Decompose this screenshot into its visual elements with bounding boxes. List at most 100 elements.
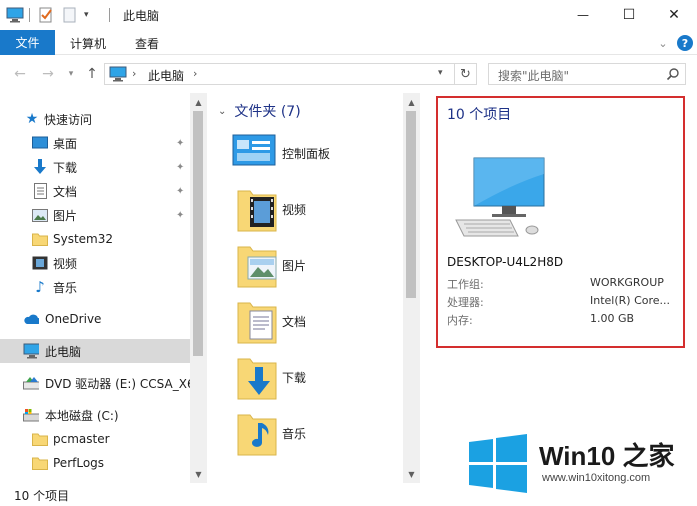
- nav-label: OneDrive: [45, 312, 102, 326]
- watermark: Win10 之家 www.win10xitong.com: [467, 432, 697, 498]
- computer-name: DESKTOP-U4L2H8D: [447, 255, 564, 269]
- pin-icon[interactable]: ✦: [176, 138, 184, 149]
- cloud-icon: [23, 311, 39, 327]
- close-button[interactable]: ✕: [651, 0, 697, 30]
- new-folder-icon[interactable]: [62, 5, 78, 25]
- pin-icon[interactable]: ✦: [176, 210, 184, 221]
- folder-icon: [32, 231, 48, 247]
- scroll-thumb[interactable]: [406, 111, 416, 298]
- windows-logo-icon: [467, 434, 529, 497]
- folder-item-videos[interactable]: 视频: [230, 181, 400, 237]
- nav-item-desktop[interactable]: 桌面 ✦: [0, 131, 190, 155]
- nav-item-onedrive[interactable]: OneDrive: [0, 307, 190, 331]
- nav-item-perflogs[interactable]: PerfLogs: [0, 451, 190, 475]
- folder-item-pictures[interactable]: 图片: [230, 237, 400, 293]
- prop-label-workgroup: 工作组:: [447, 278, 484, 291]
- desktop-icon: [32, 135, 48, 151]
- folder-label: 图片: [282, 259, 307, 273]
- maximize-button[interactable]: ☐: [606, 0, 652, 30]
- nav-label: 此电脑: [45, 344, 82, 359]
- nav-label: pcmaster: [53, 432, 110, 446]
- dvd-icon: [23, 375, 39, 391]
- chevron-down-icon[interactable]: ▾: [438, 68, 443, 78]
- chevron-right-icon[interactable]: ›: [132, 67, 136, 80]
- document-folder-icon: [236, 297, 278, 348]
- tab-computer[interactable]: 计算机: [70, 35, 106, 52]
- scroll-down-icon[interactable]: ▼: [403, 467, 420, 481]
- properties-icon[interactable]: [38, 5, 54, 25]
- nav-item-local-disk[interactable]: 本地磁盘 (C:): [0, 403, 190, 427]
- folder-item-documents[interactable]: 文档: [230, 293, 400, 349]
- prop-label-memory: 内存:: [447, 314, 473, 327]
- tab-file[interactable]: 文件: [0, 30, 55, 55]
- prop-value-memory: 1.00 GB: [590, 312, 635, 325]
- help-icon[interactable]: ?: [677, 35, 693, 51]
- nav-item-videos[interactable]: 视频: [0, 251, 190, 275]
- folder-label: 视频: [282, 203, 307, 217]
- navigation-pane: ★ 快速访问 桌面 ✦ 下载 ✦ 文档 ✦ 图片 ✦ System32 视频 ♪…: [0, 93, 205, 483]
- folder-item-control-panel[interactable]: 控制面板: [230, 125, 400, 181]
- nav-item-dvd-drive[interactable]: DVD 驱动器 (E:) CCSA_X64: [0, 371, 202, 395]
- control-panel-icon: [232, 133, 276, 174]
- scroll-down-icon[interactable]: ▼: [190, 467, 207, 481]
- nav-label: 音乐: [53, 280, 78, 295]
- separator: [29, 8, 30, 22]
- picture-folder-icon: [236, 241, 278, 292]
- pin-icon[interactable]: ✦: [176, 186, 184, 197]
- breadcrumb[interactable]: 此电脑: [148, 67, 184, 84]
- music-folder-icon: [236, 409, 278, 460]
- nav-label: PerfLogs: [53, 456, 105, 470]
- nav-item-quick-access[interactable]: ★ 快速访问: [0, 107, 190, 131]
- nav-item-this-pc[interactable]: 此电脑: [0, 339, 190, 363]
- chevron-down-icon[interactable]: ⌄: [218, 106, 226, 117]
- nav-item-pcmaster[interactable]: pcmaster: [0, 427, 190, 451]
- scroll-up-icon[interactable]: ▲: [403, 95, 420, 109]
- up-arrow-icon[interactable]: ↑: [83, 65, 101, 83]
- customize-quick-access-icon[interactable]: ▾: [84, 5, 89, 25]
- download-icon: [32, 159, 48, 175]
- nav-scrollbar[interactable]: ▲ ▼: [190, 93, 207, 483]
- prop-label-processor: 处理器:: [447, 296, 484, 309]
- group-header[interactable]: ⌄ 文件夹 (7): [218, 101, 301, 121]
- nav-item-system32[interactable]: System32: [0, 227, 190, 251]
- watermark-url: www.win10xitong.com: [542, 472, 651, 484]
- address-bar[interactable]: › 此电脑 › ▾: [104, 63, 455, 85]
- computer-icon: [6, 5, 24, 25]
- chevron-right-icon[interactable]: ›: [193, 67, 197, 80]
- recent-locations-icon[interactable]: ▾: [62, 65, 80, 83]
- video-folder-icon: [236, 185, 278, 236]
- nav-item-documents[interactable]: 文档 ✦: [0, 179, 190, 203]
- scroll-up-icon[interactable]: ▲: [190, 95, 207, 109]
- tab-view[interactable]: 查看: [135, 35, 159, 52]
- pin-icon[interactable]: ✦: [176, 162, 184, 173]
- search-icon[interactable]: [666, 67, 680, 84]
- watermark-title: Win10 之家: [539, 441, 675, 471]
- details-title: 10 个项目: [447, 107, 512, 123]
- content-scrollbar[interactable]: ▲ ▼: [403, 93, 420, 483]
- computer-icon: [109, 66, 127, 85]
- minimize-button[interactable]: —: [560, 0, 606, 30]
- window-title: 此电脑: [123, 9, 160, 23]
- computer-icon: [452, 154, 552, 247]
- folder-item-downloads[interactable]: 下载: [230, 349, 400, 405]
- back-arrow-icon[interactable]: ←: [11, 65, 29, 83]
- nav-label: 视频: [53, 256, 78, 271]
- forward-arrow-icon[interactable]: →: [39, 65, 57, 83]
- status-item-count: 10 个项目: [14, 489, 70, 503]
- address-row: ← → ▾ ↑ › 此电脑 › ▾ ↻ 搜索"此电脑": [0, 55, 697, 93]
- nav-label: DVD 驱动器 (E:) CCSA_X64: [45, 376, 203, 391]
- refresh-button[interactable]: ↻: [455, 63, 477, 85]
- folder-label: 控制面板: [282, 147, 331, 161]
- nav-item-music[interactable]: ♪ 音乐: [0, 275, 190, 299]
- search-placeholder: 搜索"此电脑": [498, 69, 570, 83]
- document-icon: [32, 183, 48, 199]
- nav-item-pictures[interactable]: 图片 ✦: [0, 203, 190, 227]
- folder-label: 文档: [282, 315, 307, 329]
- folder-icon: [32, 431, 48, 447]
- folder-label: 音乐: [282, 427, 307, 441]
- expand-ribbon-icon[interactable]: ⌄: [655, 35, 671, 51]
- scroll-thumb[interactable]: [193, 111, 203, 356]
- nav-item-downloads[interactable]: 下载 ✦: [0, 155, 190, 179]
- folder-item-music[interactable]: 音乐: [230, 405, 400, 461]
- search-input[interactable]: 搜索"此电脑": [488, 63, 686, 85]
